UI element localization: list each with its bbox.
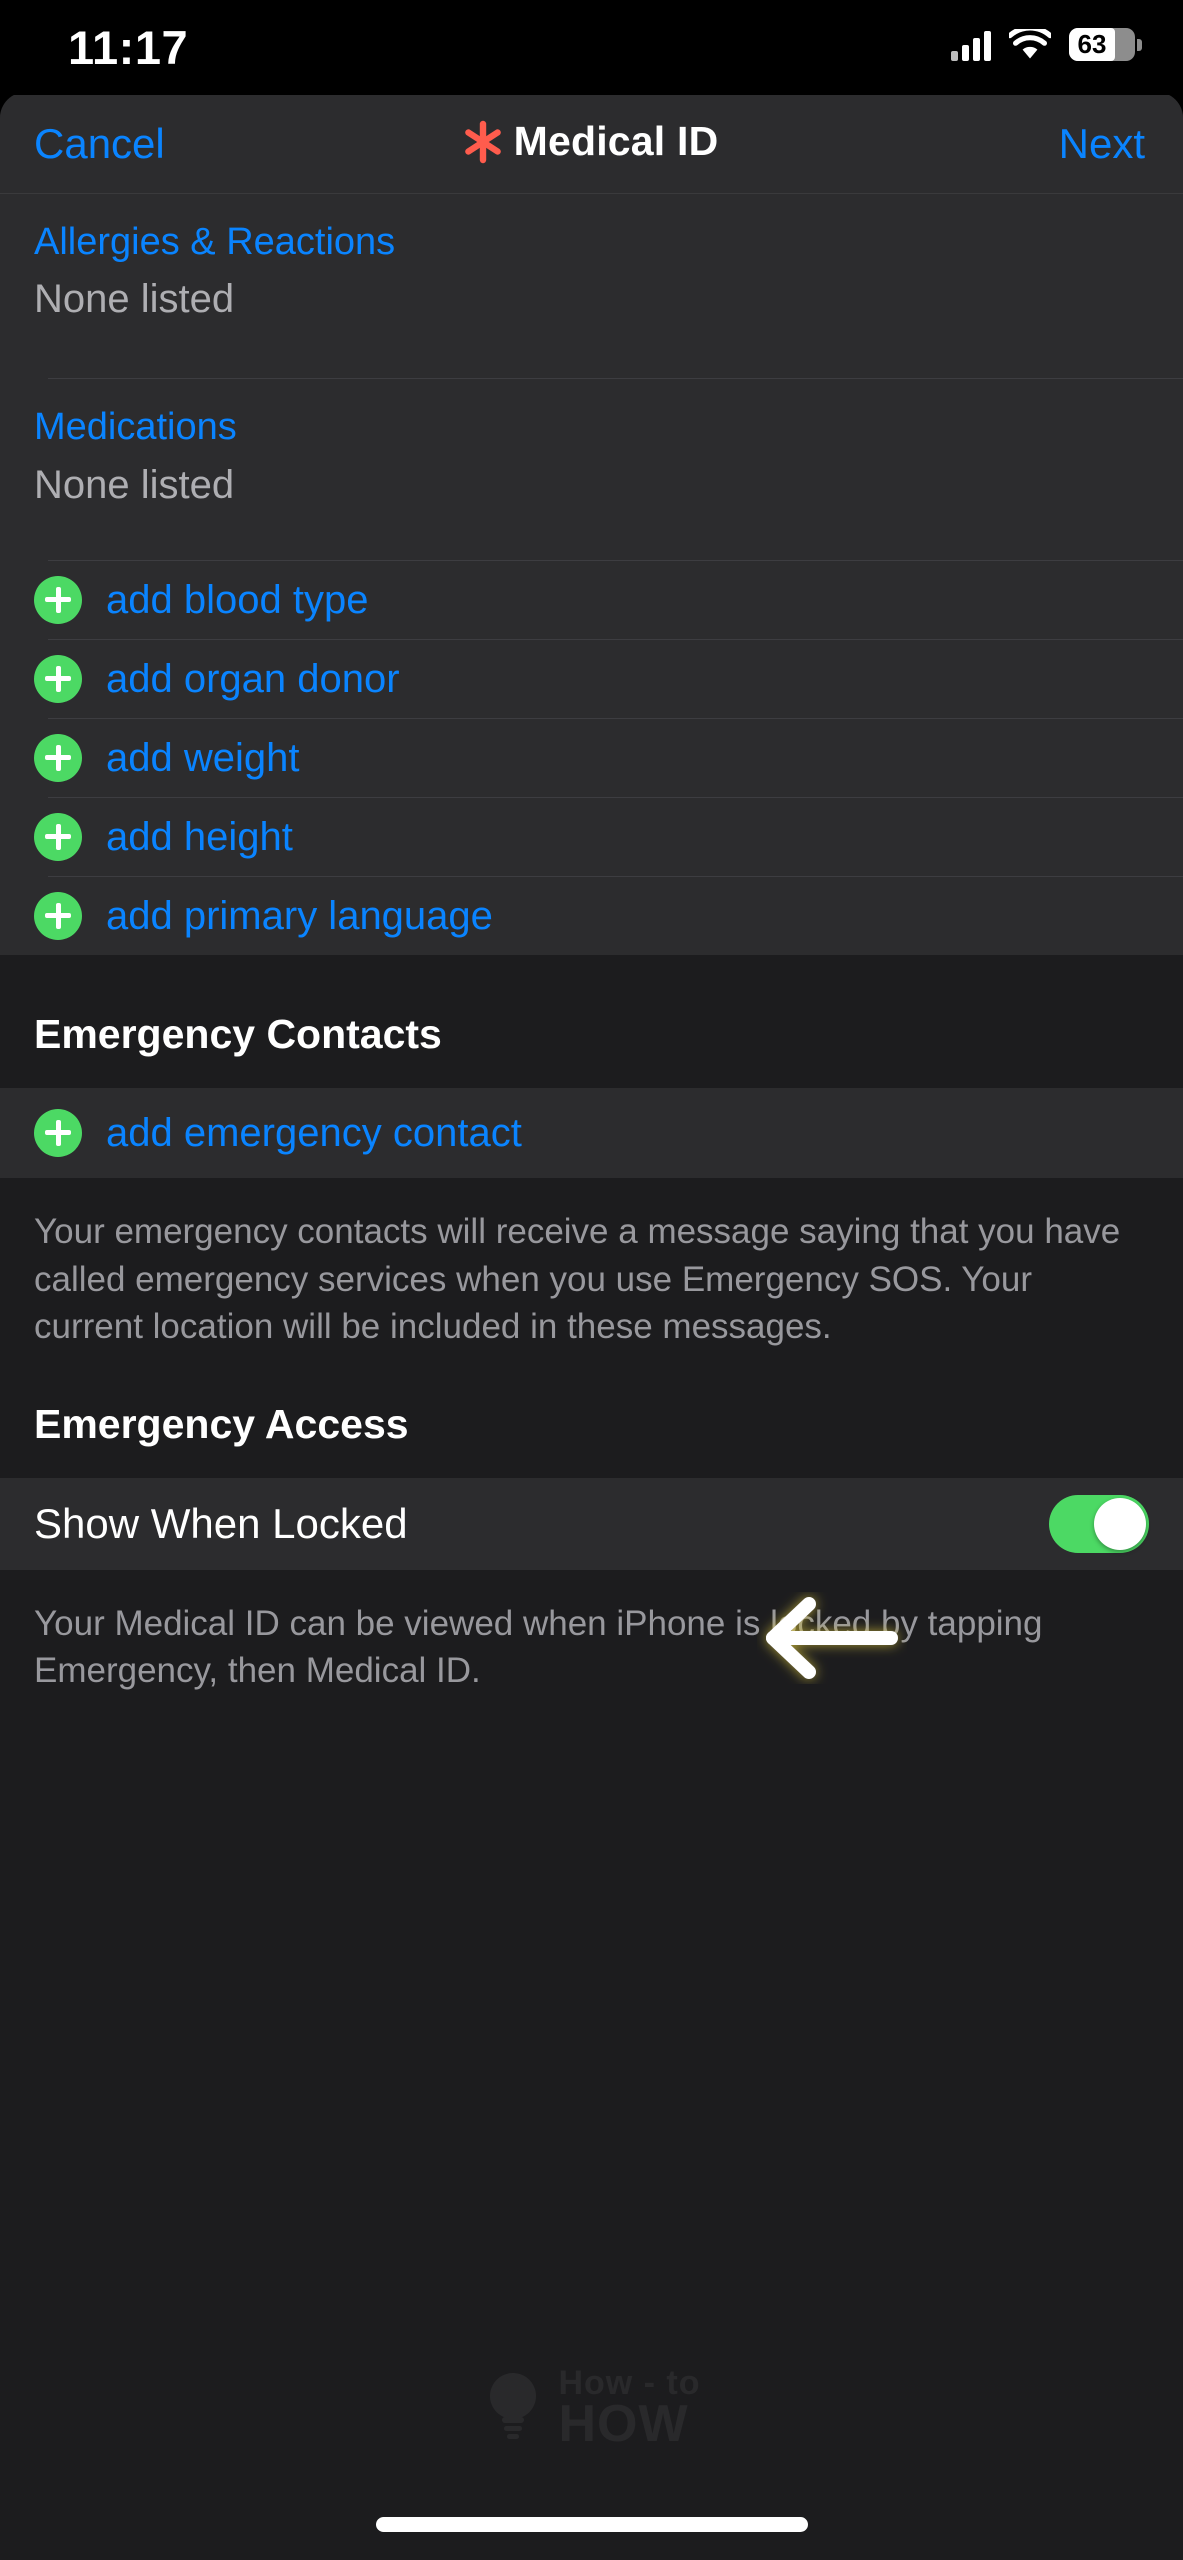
page-title: Medical ID (513, 118, 719, 164)
plus-circle-icon (34, 575, 82, 624)
plus-circle-icon (34, 733, 82, 782)
medical-id-sheet: Cancel Medical ID Next Allergies & React… (0, 92, 1183, 2560)
battery-percent-label: 63 (1077, 29, 1107, 59)
add-organ-donor-row[interactable]: add organ donor (0, 640, 1183, 718)
emergency-contacts-header: Emergency Contacts (0, 954, 1183, 1088)
add-organ-donor-label: add organ donor (106, 656, 400, 701)
add-weight-row[interactable]: add weight (0, 719, 1183, 797)
toggle-knob (1094, 1497, 1146, 1550)
next-button[interactable]: Next (1059, 120, 1145, 168)
status-bar-indicators: 63 (951, 24, 1142, 61)
add-blood-type-row[interactable]: add blood type (0, 561, 1183, 639)
status-bar: 11:17 63 (0, 0, 1183, 95)
nav-title-group: Medical ID (0, 118, 1183, 165)
nav-bar: Cancel Medical ID Next (0, 92, 1183, 194)
emergency-contacts-group: add emergency contact (0, 1087, 1183, 1178)
show-when-locked-toggle[interactable] (1049, 1494, 1149, 1553)
emergency-access-footnote: Your Medical ID can be viewed when iPhon… (0, 1569, 1183, 1729)
add-primary-language-label: add primary language (106, 893, 493, 938)
field-allergies-value: None listed (34, 277, 235, 322)
medical-details-group: Allergies & Reactions None listed Medica… (0, 194, 1183, 955)
emergency-access-group: Show When Locked (0, 1477, 1183, 1570)
add-weight-label: add weight (106, 735, 300, 780)
add-height-label: add height (106, 814, 293, 859)
home-indicator[interactable] (375, 2517, 808, 2532)
battery-icon: 63 (1069, 28, 1142, 61)
add-emergency-contact-label: add emergency contact (106, 1110, 522, 1155)
field-medications[interactable]: Medications None listed (0, 379, 1183, 559)
show-when-locked-row[interactable]: Show When Locked (0, 1477, 1183, 1570)
status-bar-time: 11:17 (68, 21, 189, 74)
field-medications-value: None listed (34, 462, 235, 507)
cellular-bars-icon (951, 29, 991, 61)
medical-star-of-life-icon (464, 120, 501, 164)
emergency-access-header: Emergency Access (0, 1384, 1183, 1478)
plus-circle-icon (34, 812, 82, 861)
field-allergies-label: Allergies & Reactions (34, 221, 396, 263)
plus-circle-icon (34, 1108, 82, 1157)
emergency-contacts-footnote: Your emergency contacts will receive a m… (0, 1177, 1183, 1385)
add-primary-language-row[interactable]: add primary language (0, 877, 1183, 955)
wifi-icon (1007, 24, 1053, 61)
add-blood-type-label: add blood type (106, 577, 369, 622)
show-when-locked-label: Show When Locked (34, 1499, 408, 1547)
field-medications-label: Medications (34, 406, 237, 449)
plus-circle-icon (34, 891, 82, 940)
field-allergies[interactable]: Allergies & Reactions None listed (0, 194, 1183, 378)
add-emergency-contact-row[interactable]: add emergency contact (0, 1088, 1183, 1178)
add-height-row[interactable]: add height (0, 798, 1183, 876)
plus-circle-icon (34, 654, 82, 703)
